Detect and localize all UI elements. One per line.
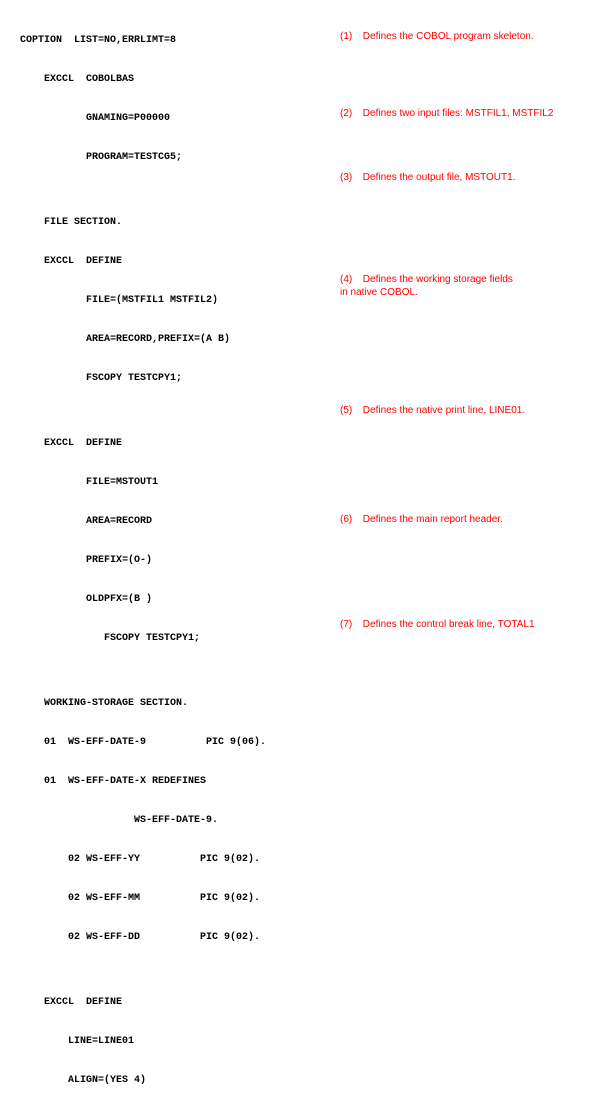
annotation-4: (4) Defines the working storage fieldsin… xyxy=(340,273,513,299)
code-line: PROGRAM=TESTCG5; xyxy=(20,151,266,164)
code-line: FSCOPY TESTCPY1; xyxy=(20,372,266,385)
annotation-text: Defines the control break line, TOTAL1 xyxy=(363,619,535,630)
annotation-number: (6) xyxy=(340,513,360,526)
annotation-text: Defines the main report header. xyxy=(363,514,503,525)
code-line: WORKING-STORAGE SECTION. xyxy=(20,697,266,710)
code-line: ALIGN=(YES 4) xyxy=(20,1074,266,1087)
annotation-2: (2) Defines two input files: MSTFIL1, MS… xyxy=(340,107,553,120)
annotation-number: (2) xyxy=(340,107,360,120)
annotation-6: (6) Defines the main report header. xyxy=(340,513,503,526)
code-line: AREA=RECORD xyxy=(20,515,266,528)
code-line: 02 WS-EFF-DD PIC 9(02). xyxy=(20,931,266,944)
code-line: GNAMING=P00000 xyxy=(20,112,266,125)
code-line: EXCCL COBOLBAS xyxy=(20,73,266,86)
code-line: OLDPFX=(B ) xyxy=(20,593,266,606)
code-line: FSCOPY TESTCPY1; xyxy=(20,632,266,645)
annotation-text: Defines two input files: MSTFIL1, MSTFIL… xyxy=(363,108,554,119)
code-listing: COPTION LIST=NO,ERRLIMT=8 EXCCL COBOLBAS… xyxy=(20,8,266,1100)
code-line: EXCCL DEFINE xyxy=(20,996,266,1009)
annotation-text: Defines the working storage fieldsin nat… xyxy=(340,274,513,298)
code-line: FILE SECTION. xyxy=(20,216,266,229)
code-line: 01 WS-EFF-DATE-X REDEFINES xyxy=(20,775,266,788)
annotation-number: (7) xyxy=(340,618,360,631)
annotation-3: (3) Defines the output file, MSTOUT1. xyxy=(340,171,515,184)
code-line: LINE=LINE01 xyxy=(20,1035,266,1048)
code-line: AREA=RECORD,PREFIX=(A B) xyxy=(20,333,266,346)
annotation-7: (7) Defines the control break line, TOTA… xyxy=(340,618,535,631)
annotation-text: Defines the native print line, LINE01. xyxy=(363,405,525,416)
annotation-number: (3) xyxy=(340,171,360,184)
code-line: EXCCL DEFINE xyxy=(20,437,266,450)
code-line: 01 WS-EFF-DATE-9 PIC 9(06). xyxy=(20,736,266,749)
annotation-number: (5) xyxy=(340,404,360,417)
annotation-number: (1) xyxy=(340,30,360,43)
annotation-5: (5) Defines the native print line, LINE0… xyxy=(340,404,525,417)
annotation-1: (1) Defines the COBOL program skeleton. xyxy=(340,30,534,43)
annotation-text: Defines the output file, MSTOUT1. xyxy=(363,172,516,183)
code-line: 02 WS-EFF-YY PIC 9(02). xyxy=(20,853,266,866)
code-line: FILE=(MSTFIL1 MSTFIL2) xyxy=(20,294,266,307)
code-line: 02 WS-EFF-MM PIC 9(02). xyxy=(20,892,266,905)
annotation-text: Defines the COBOL program skeleton. xyxy=(363,31,534,42)
code-line: PREFIX=(O-) xyxy=(20,554,266,567)
code-line: FILE=MSTOUT1 xyxy=(20,476,266,489)
code-line: WS-EFF-DATE-9. xyxy=(20,814,266,827)
annotation-number: (4) xyxy=(340,273,360,286)
code-line: EXCCL DEFINE xyxy=(20,255,266,268)
code-line: COPTION LIST=NO,ERRLIMT=8 xyxy=(20,34,266,47)
